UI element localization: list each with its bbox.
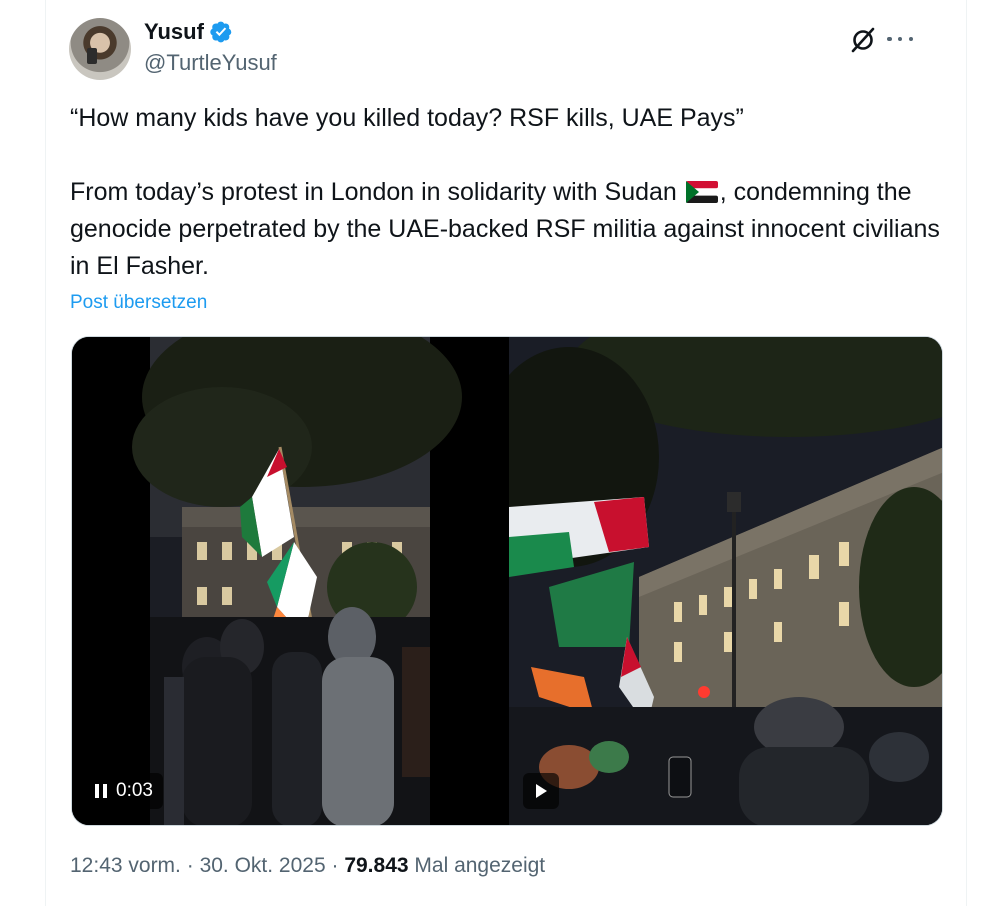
video-left[interactable]: 0:03 [72, 337, 506, 825]
video-right[interactable] [509, 337, 942, 825]
avatar[interactable] [69, 18, 131, 80]
meta-separator: · [325, 854, 345, 877]
pause-icon [95, 784, 107, 798]
sudan-flag-emoji [685, 181, 718, 203]
more-dot [908, 36, 913, 42]
tweet-line-quote: “How many kids have you killed today? RS… [70, 104, 744, 132]
meta-separator: · [180, 854, 200, 877]
play-icon [536, 784, 547, 798]
video-time: 0:03 [116, 780, 153, 801]
video-play-button[interactable] [523, 773, 559, 809]
tweet-header: Yusuf @TurtleYusuf [69, 18, 939, 80]
author-block: Yusuf @TurtleYusuf [144, 18, 277, 78]
post-time[interactable]: 12:43 vorm. [70, 854, 181, 877]
tweet-paragraph: From today’s protest in London in solida… [70, 174, 950, 285]
more-dot [887, 36, 892, 42]
post-date[interactable]: 30. Okt. 2025 [200, 854, 326, 877]
verified-badge-icon[interactable] [210, 21, 232, 43]
view-count-label: Mal angezeigt [408, 854, 546, 877]
author-handle[interactable]: @TurtleYusuf [144, 48, 277, 78]
video-playback-control[interactable]: 0:03 [84, 773, 163, 809]
tweet-text-before-flag: From today’s protest in London in solida… [70, 178, 684, 206]
grok-icon[interactable] [849, 26, 877, 54]
video-right-frame [509, 337, 942, 825]
more-dot [897, 36, 903, 42]
translate-link[interactable]: Post übersetzen [70, 290, 207, 316]
name-row: Yusuf [144, 18, 277, 46]
more-options-icon[interactable] [887, 26, 913, 52]
tweet-text: “How many kids have you killed today? RS… [70, 100, 950, 285]
avatar-phone-detail [87, 48, 97, 64]
media-grid: 0:03 [71, 336, 943, 826]
tweet-card: Yusuf @TurtleYusuf “How many kids have y… [45, 0, 967, 906]
tweet-meta: 12:43 vorm. · 30. Okt. 2025 · 79.843 Mal… [70, 852, 545, 880]
author-name[interactable]: Yusuf [144, 18, 204, 46]
video-left-frame [72, 337, 506, 825]
view-count: 79.843 [344, 854, 409, 877]
